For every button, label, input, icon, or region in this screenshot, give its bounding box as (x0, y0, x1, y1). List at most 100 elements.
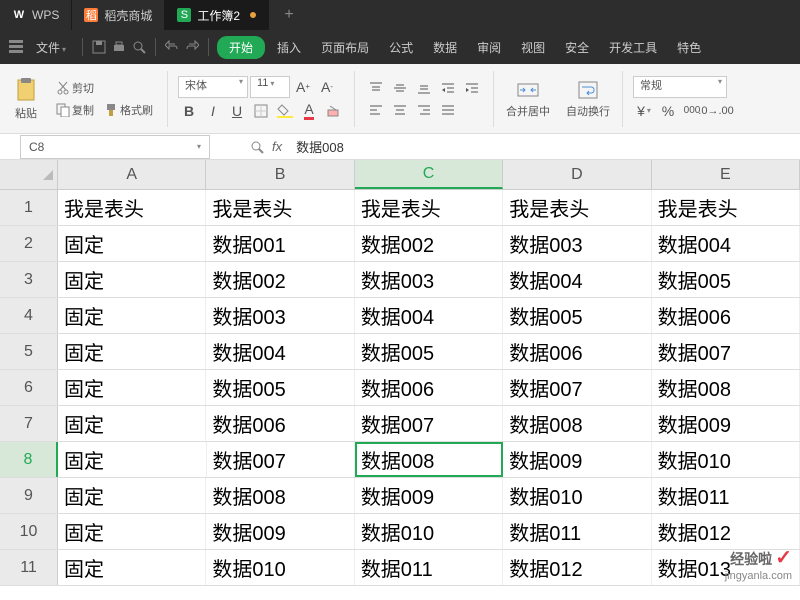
cell-A6[interactable]: 固定 (58, 370, 206, 405)
cell-A4[interactable]: 固定 (58, 298, 206, 333)
cell-A7[interactable]: 固定 (58, 406, 206, 441)
cell-C10[interactable]: 数据010 (355, 514, 503, 549)
number-format-select[interactable]: 常规▾ (633, 76, 727, 98)
row-header-11[interactable]: 11 (0, 550, 58, 585)
redo-icon[interactable] (184, 39, 200, 55)
row-header-10[interactable]: 10 (0, 514, 58, 549)
align-middle-button[interactable] (389, 78, 411, 98)
cell-E3[interactable]: 数据005 (652, 262, 800, 297)
decrease-font-button[interactable]: A- (316, 76, 338, 98)
row-header-2[interactable]: 2 (0, 226, 58, 261)
cell-C6[interactable]: 数据006 (355, 370, 503, 405)
fx-label[interactable]: fx (272, 139, 282, 154)
menu-dev-tools[interactable]: 开发工具 (601, 35, 665, 60)
cell-A1[interactable]: 我是表头 (58, 190, 206, 225)
cell-E4[interactable]: 数据006 (652, 298, 800, 333)
cell-E5[interactable]: 数据007 (652, 334, 800, 369)
start-tab[interactable]: 开始 (217, 36, 265, 59)
menu-insert[interactable]: 插入 (269, 35, 309, 60)
menu-data[interactable]: 数据 (425, 35, 465, 60)
column-header-B[interactable]: B (206, 160, 354, 189)
cell-B4[interactable]: 数据003 (206, 298, 354, 333)
cell-D7[interactable]: 数据008 (503, 406, 651, 441)
cell-B11[interactable]: 数据010 (206, 550, 354, 585)
app-tab-workbook[interactable]: S 工作簿2 (165, 0, 269, 30)
column-header-C[interactable]: C (355, 160, 503, 189)
row-header-6[interactable]: 6 (0, 370, 58, 405)
cell-C5[interactable]: 数据005 (355, 334, 503, 369)
cell-C8[interactable]: 数据008 (355, 442, 503, 477)
new-tab-button[interactable]: + (269, 0, 309, 30)
menu-page-layout[interactable]: 页面布局 (313, 35, 377, 60)
undo-icon[interactable] (164, 39, 180, 55)
row-header-9[interactable]: 9 (0, 478, 58, 513)
italic-button[interactable]: I (202, 100, 224, 122)
column-header-A[interactable]: A (58, 160, 206, 189)
cell-E8[interactable]: 数据010 (652, 442, 800, 477)
justify-button[interactable] (437, 100, 459, 120)
cell-A2[interactable]: 固定 (58, 226, 206, 261)
copy-button[interactable]: 复制 (52, 100, 98, 120)
cell-E1[interactable]: 我是表头 (652, 190, 800, 225)
cell-D11[interactable]: 数据012 (503, 550, 651, 585)
menu-view[interactable]: 视图 (513, 35, 553, 60)
percent-button[interactable]: % (657, 100, 679, 122)
column-header-E[interactable]: E (652, 160, 800, 189)
cell-C9[interactable]: 数据009 (355, 478, 503, 513)
cell-C7[interactable]: 数据007 (355, 406, 503, 441)
align-top-button[interactable] (365, 78, 387, 98)
cell-C11[interactable]: 数据011 (355, 550, 503, 585)
cell-E7[interactable]: 数据009 (652, 406, 800, 441)
font-size-select[interactable]: 11▾ (250, 76, 290, 98)
cell-A9[interactable]: 固定 (58, 478, 206, 513)
cut-button[interactable]: 剪切 (52, 78, 157, 98)
font-name-select[interactable]: 宋体▾ (178, 76, 248, 98)
row-header-7[interactable]: 7 (0, 406, 58, 441)
zoom-icon[interactable] (250, 140, 264, 154)
column-header-D[interactable]: D (503, 160, 651, 189)
increase-decimal-button[interactable]: .0→.00 (705, 100, 727, 122)
cell-E2[interactable]: 数据004 (652, 226, 800, 261)
align-bottom-button[interactable] (413, 78, 435, 98)
align-center-button[interactable] (389, 100, 411, 120)
increase-indent-button[interactable] (461, 78, 483, 98)
cell-A10[interactable]: 固定 (58, 514, 206, 549)
cell-B3[interactable]: 数据002 (206, 262, 354, 297)
cell-E6[interactable]: 数据008 (652, 370, 800, 405)
row-header-3[interactable]: 3 (0, 262, 58, 297)
align-right-button[interactable] (413, 100, 435, 120)
format-painter-button[interactable]: 格式刷 (100, 100, 157, 120)
row-header-8[interactable]: 8 (0, 442, 58, 477)
cell-C2[interactable]: 数据002 (355, 226, 503, 261)
bold-button[interactable]: B (178, 100, 200, 122)
cell-C1[interactable]: 我是表头 (355, 190, 503, 225)
increase-font-button[interactable]: A+ (292, 76, 314, 98)
decrease-indent-button[interactable] (437, 78, 459, 98)
menu-security[interactable]: 安全 (557, 35, 597, 60)
cell-A11[interactable]: 固定 (58, 550, 206, 585)
menu-review[interactable]: 审阅 (469, 35, 509, 60)
cell-C4[interactable]: 数据004 (355, 298, 503, 333)
cell-B6[interactable]: 数据005 (206, 370, 354, 405)
cell-A3[interactable]: 固定 (58, 262, 206, 297)
cell-D9[interactable]: 数据010 (503, 478, 651, 513)
row-header-1[interactable]: 1 (0, 190, 58, 225)
cell-C3[interactable]: 数据003 (355, 262, 503, 297)
merge-center-button[interactable]: 合并居中 (500, 75, 556, 123)
cell-B2[interactable]: 数据001 (206, 226, 354, 261)
cell-E11[interactable]: 数据013 (652, 550, 800, 585)
select-all-corner[interactable] (0, 160, 58, 189)
cell-A5[interactable]: 固定 (58, 334, 206, 369)
cell-B5[interactable]: 数据004 (206, 334, 354, 369)
cell-A8[interactable]: 固定 (58, 442, 207, 477)
cell-D8[interactable]: 数据009 (503, 442, 652, 477)
cell-D10[interactable]: 数据011 (503, 514, 651, 549)
menu-features[interactable]: 特色 (669, 35, 709, 60)
menu-formulas[interactable]: 公式 (381, 35, 421, 60)
cell-D1[interactable]: 我是表头 (503, 190, 651, 225)
print-icon[interactable] (111, 39, 127, 55)
cell-E10[interactable]: 数据012 (652, 514, 800, 549)
paste-button[interactable]: 粘贴 (8, 73, 44, 125)
font-color-button[interactable]: A (298, 100, 320, 122)
cell-B8[interactable]: 数据007 (207, 442, 356, 477)
